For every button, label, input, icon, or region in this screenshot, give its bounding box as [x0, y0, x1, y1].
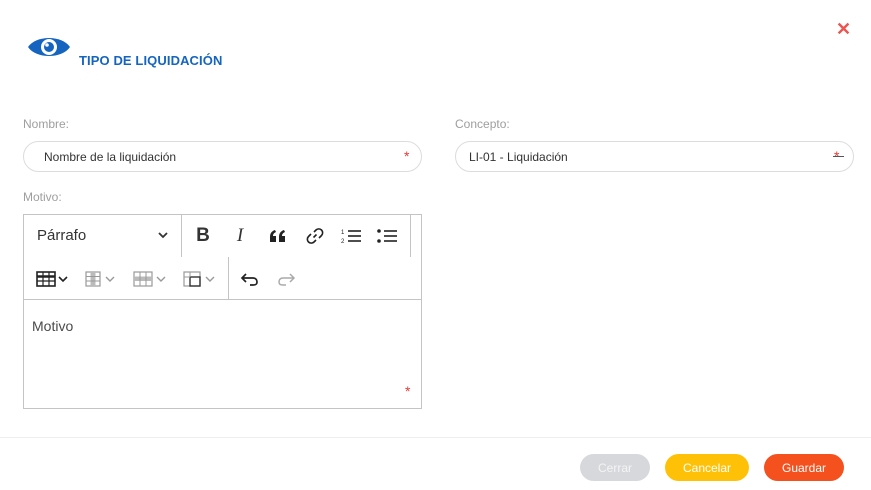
- eye-icon: [28, 38, 70, 56]
- page-title: TIPO DE LIQUIDACIÓN: [79, 53, 223, 68]
- chevron-down-icon: [158, 232, 168, 239]
- merge-cells-icon[interactable]: [179, 267, 219, 291]
- required-mark: *: [405, 383, 411, 399]
- close-icon[interactable]: ✕: [836, 20, 852, 38]
- numbered-list-icon[interactable]: 12: [338, 224, 364, 248]
- concepto-label: Concepto:: [455, 117, 510, 131]
- svg-text:1: 1: [341, 230, 345, 236]
- link-icon[interactable]: [303, 224, 327, 248]
- insert-table-icon[interactable]: [32, 267, 72, 291]
- footer-divider: [0, 437, 871, 438]
- nombre-field[interactable]: Nombre de la liquidación *: [23, 141, 422, 172]
- select-clear-icon[interactable]: [833, 156, 844, 157]
- rich-text-editor[interactable]: Párrafo B I 12 Motivo *: [23, 214, 422, 409]
- table-row-icon[interactable]: [130, 267, 170, 291]
- undo-icon[interactable]: [237, 267, 263, 291]
- table-column-icon[interactable]: [81, 267, 121, 291]
- cerrar-button[interactable]: Cerrar: [580, 454, 650, 481]
- motivo-label: Motivo:: [23, 190, 62, 204]
- editor-placeholder[interactable]: Motivo: [32, 318, 73, 334]
- svg-text:2: 2: [341, 239, 345, 245]
- bold-icon[interactable]: B: [191, 224, 215, 248]
- required-mark: *: [404, 148, 410, 164]
- concepto-value: LI-01 - Liquidación: [469, 150, 568, 164]
- editor-toolbar: Párrafo B I 12: [24, 215, 421, 300]
- guardar-button[interactable]: Guardar: [764, 454, 844, 481]
- blockquote-icon[interactable]: [266, 224, 290, 248]
- nombre-label: Nombre:: [23, 117, 70, 131]
- cancelar-button[interactable]: Cancelar: [665, 454, 749, 481]
- paragraph-format-label: Párrafo: [37, 227, 87, 244]
- italic-icon[interactable]: I: [228, 224, 252, 248]
- concepto-select[interactable]: LI-01 - Liquidación *: [455, 141, 854, 172]
- bulleted-list-icon[interactable]: [374, 224, 400, 248]
- nombre-value: Nombre de la liquidación: [44, 150, 177, 164]
- paragraph-format-dropdown[interactable]: Párrafo: [24, 215, 181, 257]
- redo-icon[interactable]: [273, 267, 299, 291]
